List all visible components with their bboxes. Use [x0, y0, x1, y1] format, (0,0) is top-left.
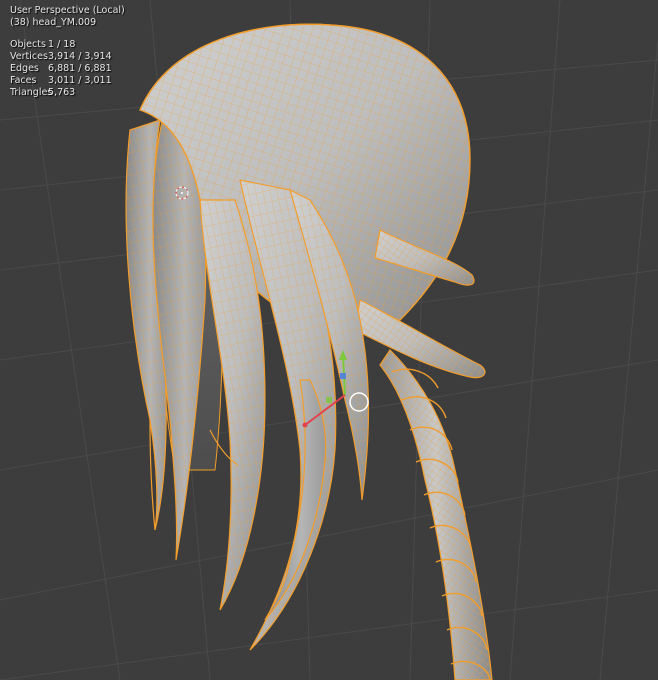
- hair-mesh[interactable]: [125, 23, 493, 680]
- viewport-text-overlay: User Perspective (Local) (38) head_YM.00…: [10, 5, 125, 99]
- stat-vertices-label: Vertices: [10, 51, 48, 62]
- braid: [379, 349, 493, 680]
- stat-vertices-value: 3,914 / 3,914: [48, 51, 112, 62]
- scene-statistics: Objects 1 / 18 Vertices 3,914 / 3,914 Ed…: [10, 39, 125, 99]
- stat-triangles-label: Triangles: [10, 87, 53, 98]
- stat-triangles-value: 5,763: [48, 87, 76, 98]
- stat-objects-value: 1 / 18: [48, 39, 76, 50]
- stat-edges-label: Edges: [10, 63, 39, 74]
- stat-objects-label: Objects: [10, 39, 46, 50]
- viewport-scene[interactable]: [0, 0, 658, 680]
- view-name: User Perspective (Local): [10, 5, 125, 16]
- stat-edges-value: 6,881 / 6,881: [48, 63, 112, 74]
- stat-faces-value: 3,011 / 3,011: [48, 75, 112, 86]
- stat-faces-label: Faces: [10, 75, 37, 86]
- 3d-viewport[interactable]: User Perspective (Local) (38) head_YM.00…: [0, 0, 658, 680]
- active-object-name: (38) head_YM.009: [10, 17, 97, 28]
